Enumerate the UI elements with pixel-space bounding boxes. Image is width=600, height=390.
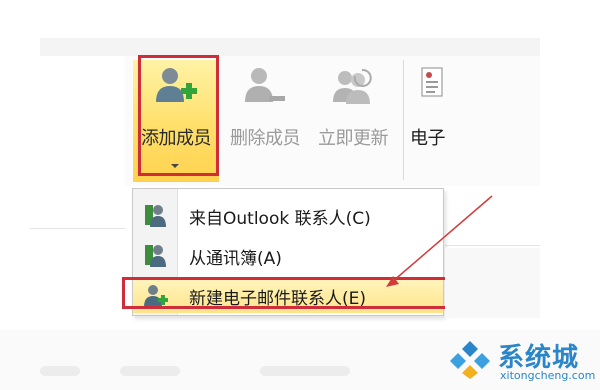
background-panel <box>445 248 540 318</box>
watermark-site: xitongcheng.com <box>500 369 596 382</box>
watermark: 系统城 xitongcheng.com <box>448 335 598 385</box>
windows-logo-icon <box>448 339 492 383</box>
